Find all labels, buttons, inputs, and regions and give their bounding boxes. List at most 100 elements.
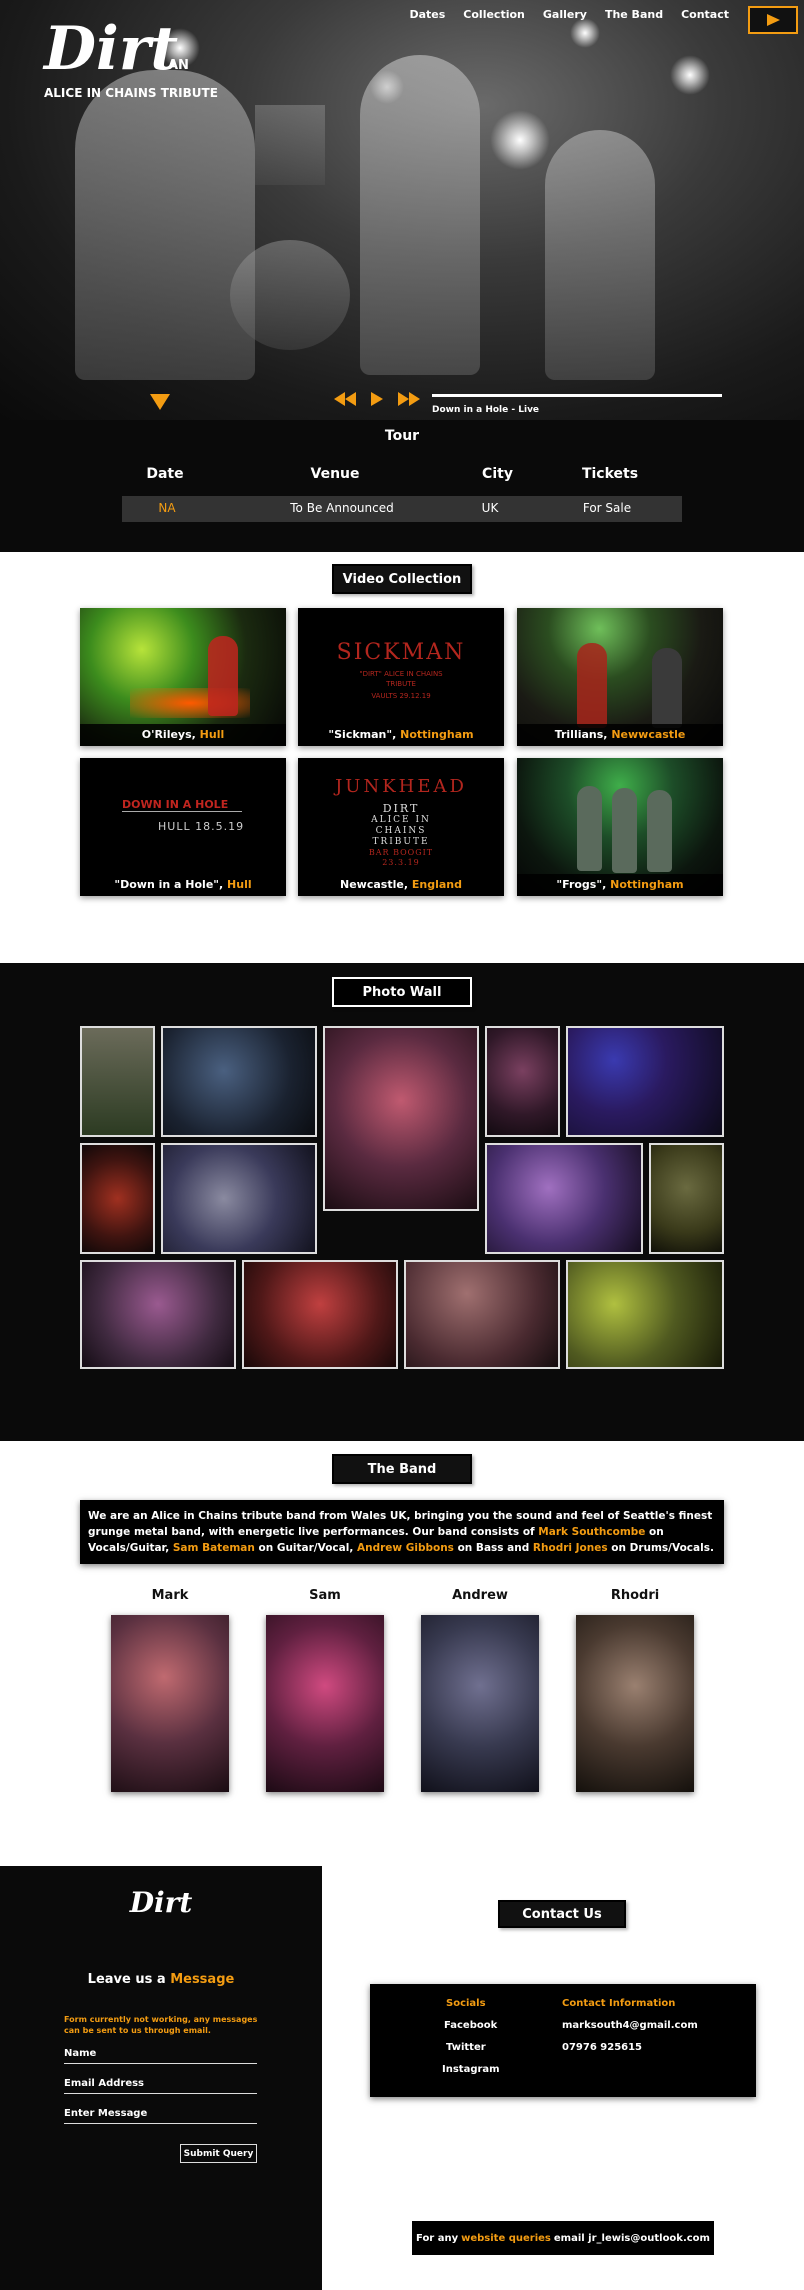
- top-nav: Dates Collection Gallery The Band Contac…: [409, 8, 729, 21]
- video-thumb-frogs[interactable]: "Frogs", Nottingham: [517, 758, 723, 896]
- nav-gallery[interactable]: Gallery: [543, 8, 587, 21]
- video-caption: "Down in a Hole", Hull: [80, 874, 286, 896]
- member-photo-sam[interactable]: [266, 1615, 384, 1792]
- poster-line: CHAINS: [375, 826, 427, 836]
- poster-line: 23.3.19: [382, 858, 420, 867]
- stage-light: [670, 55, 710, 95]
- singer-figure: [360, 55, 480, 375]
- drums-figure: [230, 240, 350, 350]
- gallery-photo[interactable]: [161, 1143, 317, 1254]
- gallery-photo[interactable]: [161, 1026, 317, 1137]
- tour-col-venue: Venue: [310, 466, 360, 482]
- member-name-mark: Mark: [151, 1588, 189, 1603]
- performer-figure: [577, 786, 602, 871]
- poster-line: HULL 18.5.19: [158, 820, 245, 833]
- website-queries-box: For any website queries email jr_lewis@o…: [412, 2221, 714, 2255]
- banner-figure: [255, 105, 325, 185]
- rhodri-link[interactable]: Rhodri Jones: [533, 1542, 608, 1554]
- performer-figure: [577, 643, 607, 728]
- gallery-photo[interactable]: [80, 1143, 155, 1254]
- andrew-link[interactable]: Andrew Gibbons: [357, 1542, 454, 1554]
- nav-collection[interactable]: Collection: [463, 8, 525, 21]
- table-row: NA To Be Announced UK For Sale: [122, 496, 682, 522]
- poster-line: VAULTS 29.12.19: [371, 692, 431, 700]
- instagram-link[interactable]: Instagram: [442, 2064, 500, 2075]
- performer-figure: [208, 636, 238, 716]
- video-collection-title: Video Collection: [332, 564, 472, 594]
- gallery-photo[interactable]: [566, 1260, 724, 1369]
- progress-track[interactable]: [432, 394, 722, 397]
- member-photo-andrew[interactable]: [421, 1615, 539, 1792]
- website-queries-link[interactable]: website queries: [461, 2233, 551, 2244]
- poster-title: DOWN IN A HOLE: [122, 798, 229, 811]
- bassist-figure: [75, 70, 255, 380]
- video-caption: Newcastle, England: [298, 874, 504, 896]
- video-thumb-orileys[interactable]: O'Rileys, Hull: [80, 608, 286, 746]
- tour-title: Tour: [384, 428, 420, 444]
- nav-dates[interactable]: Dates: [409, 8, 445, 21]
- poster-line: TRIBUTE: [372, 837, 430, 847]
- name-field[interactable]: Name: [64, 2048, 257, 2064]
- leave-message-heading: Leave us a Message: [87, 1972, 235, 1987]
- gallery-photo[interactable]: [566, 1026, 724, 1137]
- gallery-photo[interactable]: [80, 1026, 155, 1137]
- member-name-andrew: Andrew: [452, 1588, 508, 1603]
- the-band-title: The Band: [332, 1454, 472, 1484]
- gallery-photo[interactable]: [485, 1143, 643, 1254]
- video-thumb-newcastle[interactable]: JUNKHEAD DIRT ALICE IN CHAINS TRIBUTE BA…: [298, 758, 504, 896]
- twitter-link[interactable]: Twitter: [446, 2042, 486, 2053]
- performer-figure: [612, 788, 637, 873]
- message-field[interactable]: Enter Message: [64, 2108, 257, 2124]
- video-thumb-down-in-a-hole[interactable]: DOWN IN A HOLE HULL 18.5.19 "Down in a H…: [80, 758, 286, 896]
- contact-email[interactable]: marksouth4@gmail.com: [562, 2020, 698, 2031]
- nav-the-band[interactable]: The Band: [605, 8, 663, 21]
- video-caption: "Frogs", Nottingham: [517, 874, 723, 896]
- rewind-icon[interactable]: [334, 392, 356, 406]
- gallery-photo[interactable]: [404, 1260, 560, 1369]
- chevron-down-icon[interactable]: [148, 391, 172, 411]
- video-caption: Trillians, Newwcastle: [517, 724, 723, 746]
- nav-contact[interactable]: Contact: [681, 8, 729, 21]
- performer-figure: [652, 648, 682, 728]
- fast-forward-icon[interactable]: [398, 392, 420, 406]
- mark-link[interactable]: Mark Southcombe: [538, 1526, 645, 1538]
- stage-light: [570, 18, 600, 48]
- tour-date: NA: [158, 501, 176, 515]
- photo-wall-title: Photo Wall: [332, 977, 472, 1007]
- logo-subtitle-an: AN: [168, 58, 189, 73]
- gallery-photo[interactable]: [323, 1026, 479, 1211]
- member-photo-rhodri[interactable]: [576, 1615, 694, 1792]
- contact-info-box: Socials Facebook Twitter Instagram Conta…: [370, 1984, 756, 2097]
- play-icon[interactable]: [370, 392, 384, 406]
- tour-city: UK: [481, 501, 499, 515]
- member-photo-mark[interactable]: [111, 1615, 229, 1792]
- track-title: Down in a Hole - Live: [432, 405, 540, 415]
- logo-subtitle: ALICE IN CHAINS TRIBUTE: [44, 86, 218, 100]
- play-icon: [767, 14, 780, 26]
- guitarist-figure: [545, 130, 655, 380]
- gallery-photo[interactable]: [242, 1260, 398, 1369]
- progress-fill: [432, 394, 714, 397]
- gallery-photo[interactable]: [485, 1026, 560, 1137]
- hero-banner: Dirt AN ALICE IN CHAINS TRIBUTE Dates Co…: [0, 0, 804, 420]
- band-description: We are an Alice in Chains tribute band f…: [80, 1500, 724, 1564]
- email-field[interactable]: Email Address: [64, 2078, 257, 2094]
- site-logo[interactable]: Dirt: [44, 14, 178, 84]
- facebook-link[interactable]: Facebook: [444, 2020, 497, 2031]
- video-thumb-trillians[interactable]: Trillians, Newwcastle: [517, 608, 723, 746]
- poster-line: "DIRT" ALICE IN CHAINS: [359, 670, 443, 678]
- socials-heading: Socials: [446, 1998, 486, 2009]
- performer-figure: [647, 790, 672, 872]
- gallery-photo[interactable]: [649, 1143, 724, 1254]
- nav-play-button[interactable]: [748, 6, 798, 34]
- video-thumb-sickman[interactable]: SICKMAN "DIRT" ALICE IN CHAINS TRIBUTE V…: [298, 608, 504, 746]
- submit-button[interactable]: Submit Query: [180, 2144, 257, 2163]
- poster-title: JUNKHEAD: [335, 776, 467, 797]
- audio-player: Down in a Hole - Live: [0, 378, 804, 420]
- sam-link[interactable]: Sam Bateman: [173, 1542, 255, 1554]
- tickets-link[interactable]: For Sale: [572, 501, 642, 515]
- video-caption: "Sickman", Nottingham: [298, 724, 504, 746]
- stage-light: [490, 110, 550, 170]
- gallery-photo[interactable]: [80, 1260, 236, 1369]
- poster-title: SICKMAN: [336, 640, 466, 665]
